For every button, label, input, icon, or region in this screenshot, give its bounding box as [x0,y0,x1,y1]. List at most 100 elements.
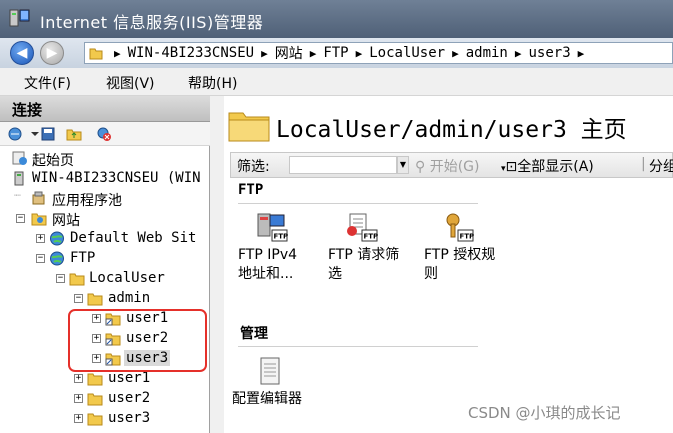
folder-icon [87,413,103,426]
filter-label: 筛选: [237,159,270,175]
breadcrumb-trailing-separator[interactable]: ▶ [578,47,585,60]
feature-label: FTP 请求筛 选 [328,247,400,282]
folder-icon [87,373,103,386]
expand-toggle[interactable]: + [36,234,45,243]
breadcrumb-item-sites[interactable]: 网站 [275,43,303,63]
feature-ftp-ipv4[interactable]: FTP FTP IPv4 地址和... [238,212,297,284]
globe-icon [50,251,64,266]
ftp-request-filter-icon: FTP [347,213,379,242]
collapse-toggle[interactable]: − [56,274,65,283]
breadcrumb: ▶ WIN-4BI233CNSEU ▶ 网站 ▶ FTP ▶ LocalUser… [84,42,673,64]
expand-toggle[interactable]: + [74,374,83,383]
tree-item-label: user1 [108,370,151,386]
binoculars-icon: ⚲ [415,159,426,175]
up-folder-icon[interactable] [66,126,82,142]
sites-icon [31,213,47,226]
breadcrumb-item-user3[interactable]: user3 [529,45,571,61]
feature-label: FTP IPv4 地址和... [238,247,298,282]
feature-ftp-authorization-rules[interactable]: FTP FTP 授权规 则 [424,212,495,284]
group-divider [238,203,478,204]
page-title: LocalUser/admin/user3 主页 [276,117,627,143]
tree-item-admin[interactable]: − admin [72,289,202,309]
tree-item-server[interactable]: WIN-4BI233CNSEU (WIN [12,169,210,189]
folder-icon [87,293,103,306]
address-bar: ◀ ▶ ▶ WIN-4BI233CNSEU ▶ 网站 ▶ FTP ▶ Local… [0,38,673,68]
menu-file[interactable]: 文件(F) [24,73,71,93]
ftp-ipv4-icon: FTP [257,213,288,242]
filter-toolbar: 筛选: ▼ ⚲ 开始(G) ▾⊡全部显示(A) | 分组 [230,152,673,178]
collapse-toggle[interactable]: − [16,214,25,223]
tree-item-start-page[interactable]: 起始页 [12,149,202,169]
feature-configuration-editor[interactable]: 配置编辑器 [232,356,302,409]
menu-help[interactable]: 帮助(H) [188,73,237,93]
back-button[interactable]: ◀ [10,41,34,65]
tree-connector: ┈ [14,189,21,202]
filter-input[interactable] [289,156,397,174]
svg-text:FTP: FTP [364,233,379,241]
breadcrumb-separator: ▶ [114,46,121,60]
tree-item-label: 起始页 [32,153,74,169]
tree-item-label: user3 [108,410,151,426]
tree-item-label: LocalUser [89,270,165,286]
folder-icon [69,273,85,286]
disconnect-icon[interactable] [96,126,112,142]
breadcrumb-root-icon [89,48,103,60]
watermark: CSDN @小琪的成长记 [468,404,621,422]
breadcrumb-separator: ▶ [452,46,459,60]
expand-toggle[interactable]: + [74,394,83,403]
main-content: LocalUser/admin/user3 主页 筛选: ▼ ⚲ 开始(G) ▾… [224,96,673,433]
group-header-ftp: FTP [238,182,264,198]
collapse-toggle[interactable]: − [36,254,45,263]
breadcrumb-item-localuser[interactable]: LocalUser [369,45,445,61]
connections-toolbar [0,122,210,146]
config-editor-icon [260,357,280,385]
tree-item-localuser-user2[interactable]: + user2 [72,389,202,409]
show-all-icon: ⊡ [505,159,518,175]
tree-item-label: 应用程序池 [52,193,122,209]
group-header-management: 管理 [240,326,268,342]
feature-label: 配置编辑器 [232,391,302,407]
tree-item-default-web-site[interactable]: + Default Web Sit [34,229,210,249]
server-icon [14,171,24,186]
filter-dropdown-icon[interactable]: ▼ [397,156,409,174]
connect-icon[interactable] [8,126,24,142]
menu-bar: 文件(F) 视图(V) 帮助(H) [0,68,673,96]
feature-ftp-request-filtering[interactable]: FTP FTP 请求筛 选 [328,212,399,284]
start-filter-label: 开始(G) [429,159,480,175]
group-divider [238,346,478,347]
iis-app-icon [9,9,30,27]
large-folder-icon [228,112,270,142]
tree-item-app-pools[interactable]: ┈ 应用程序池 [14,189,204,209]
group-by-button[interactable]: 分组 [649,156,673,176]
start-filter-button[interactable]: ⚲ 开始(G) [415,156,480,176]
tree-item-localuser-user3[interactable]: + user3 [72,409,202,429]
tree-item-ftp[interactable]: − FTP [34,249,204,269]
tree-item-label: WIN-4BI233CNSEU (WIN [32,170,201,186]
tree-item-label: 网站 [52,213,80,229]
show-all-button[interactable]: ▾⊡全部显示(A) [501,156,594,176]
show-all-label: 全部显示(A) [517,159,594,175]
tree-item-sites[interactable]: − 网站 [14,209,204,229]
folder-icon [87,393,103,406]
connections-panel: 连接 起始页 WIN-4BI233CNSEU (WIN ┈ 应用程序池 − 网站 [0,96,210,433]
breadcrumb-item-ftp[interactable]: FTP [323,45,348,61]
menu-view[interactable]: 视图(V) [106,73,155,93]
breadcrumb-separator: ▶ [309,46,317,60]
tree-item-localuser[interactable]: − LocalUser [54,269,204,289]
highlight-annotation-box [68,309,207,372]
breadcrumb-separator: ▶ [355,46,363,60]
collapse-toggle[interactable]: − [74,294,83,303]
breadcrumb-item-server[interactable]: WIN-4BI233CNSEU [128,45,254,61]
breadcrumb-separator: ▶ [261,46,268,60]
forward-button[interactable]: ▶ [40,41,64,65]
globe-icon [50,231,64,246]
feature-label: FTP 授权规 则 [424,247,496,282]
ftp-authorization-icon: FTP [446,213,474,242]
tree-item-localuser-user1[interactable]: + user1 [72,369,202,389]
toolbar-divider: | [641,156,646,172]
expand-toggle[interactable]: + [74,414,83,423]
breadcrumb-item-admin[interactable]: admin [466,45,508,61]
connections-header: 连接 [0,96,210,122]
save-icon[interactable] [40,126,56,142]
window-titlebar: Internet 信息服务(IIS)管理器 [0,0,673,38]
